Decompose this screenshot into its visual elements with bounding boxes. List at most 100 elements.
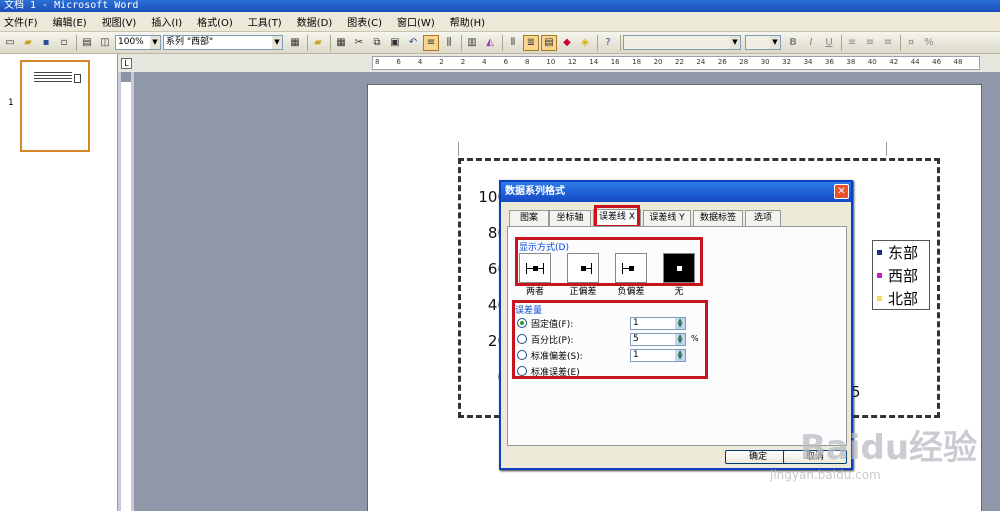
toolbar-separator	[330, 34, 331, 51]
tab-axis[interactable]: 坐标轴	[549, 210, 591, 226]
italic-icon[interactable]: I	[803, 35, 819, 51]
menu-chart[interactable]: 图表(C)	[347, 14, 382, 29]
value-axis-gridlines-icon[interactable]: ≣	[523, 34, 539, 51]
ruler-tick-label: 34	[803, 58, 813, 66]
vertical-ruler-body	[121, 82, 131, 511]
menu-tools[interactable]: 工具(T)	[248, 14, 282, 29]
legend-label: 东部	[888, 244, 919, 262]
save-icon[interactable]: ▪	[38, 35, 54, 51]
font-size-combo[interactable]: ▼	[745, 35, 781, 50]
highlight-box	[512, 300, 708, 379]
toolbar-separator	[900, 34, 901, 51]
zoom-combo[interactable]: 100% ▼	[115, 35, 161, 50]
highlight-box	[515, 237, 703, 286]
tab-data-labels[interactable]: 数据标签	[693, 210, 743, 226]
legend-entry: 东部	[873, 241, 929, 264]
by-column-icon[interactable]: ⫼	[441, 35, 457, 51]
cut-icon[interactable]: ✂	[351, 35, 367, 51]
chevron-down-icon[interactable]: ▼	[272, 36, 282, 49]
undo-icon[interactable]: ↶	[405, 35, 421, 51]
ruler-tick-label: 8	[375, 58, 380, 66]
ruler-tick-label: 6	[396, 58, 401, 66]
legend-entry: 西部	[873, 264, 929, 287]
horizontal-ruler[interactable]: 8 6 4 2 2 4 6 8 10 12 14 16 18 20 22 24 26 28 30 32 34 36 38 40…	[372, 56, 980, 70]
align-center-icon[interactable]: ≡	[862, 35, 878, 51]
ruler-tick-label: 32	[782, 58, 792, 66]
ruler-tick-label: 22	[675, 58, 684, 66]
close-icon[interactable]: ✕	[834, 184, 849, 199]
toolbar-separator	[461, 34, 462, 51]
toolbar-separator	[502, 34, 503, 51]
thumbnail-page-number: 1	[8, 98, 14, 108]
page-thumbnail[interactable]	[20, 60, 90, 152]
permission-icon[interactable]: ▫	[56, 35, 72, 51]
copy-icon[interactable]: ⧉	[369, 35, 385, 51]
menu-format[interactable]: 格式(O)	[197, 14, 233, 29]
baidu-watermark: Baidu经验	[800, 428, 978, 468]
menu-view[interactable]: 视图(V)	[102, 14, 137, 29]
by-row-icon[interactable]: ≡	[423, 34, 439, 51]
chart-object-value: 系列 "西部"	[166, 37, 214, 47]
chart-type-icon[interactable]: ◭	[482, 35, 498, 51]
chevron-down-icon[interactable]: ▼	[770, 36, 780, 49]
menu-help[interactable]: 帮助(H)	[450, 14, 485, 29]
menu-file[interactable]: 文件(F)	[4, 14, 38, 29]
menu-window[interactable]: 窗口(W)	[397, 14, 435, 29]
legend-label: 西部	[888, 267, 919, 285]
ok-button[interactable]: 确定	[725, 450, 791, 464]
tab-patterns[interactable]: 图案	[509, 210, 549, 226]
underline-icon[interactable]: U	[821, 35, 837, 51]
drawing-icon[interactable]: ◆	[559, 35, 575, 51]
align-right-icon[interactable]: ≡	[880, 35, 896, 51]
chevron-down-icon[interactable]: ▼	[730, 36, 740, 49]
chart-object-combo[interactable]: 系列 "西部" ▼	[163, 35, 283, 50]
ruler-tick-label: 38	[846, 58, 856, 66]
ruler-tick-label: 24	[696, 58, 706, 66]
ruler-tick-label: 48	[953, 58, 963, 66]
ruler-tick-label: 28	[739, 58, 749, 66]
chevron-down-icon[interactable]: ▼	[150, 36, 160, 49]
ruler-tick-label: 10	[546, 58, 556, 66]
format-selection-icon[interactable]: ▦	[287, 35, 303, 51]
print-icon[interactable]: ▤	[79, 35, 95, 51]
datasheet-icon[interactable]: ▦	[333, 35, 349, 51]
menu-insert[interactable]: 插入(I)	[151, 14, 182, 29]
ruler-tick-label: 36	[825, 58, 834, 66]
currency-style-icon[interactable]: ¤	[903, 35, 919, 51]
ruler-tick-label: 4	[417, 58, 423, 66]
fill-color-icon[interactable]: ◈	[577, 35, 593, 51]
dialog-title-bar[interactable]: 数据系列格式 ✕	[501, 182, 851, 202]
data-table-icon[interactable]: ▥	[464, 35, 480, 51]
legend-icon[interactable]: ▤	[541, 34, 557, 51]
tab-y-error-bars[interactable]: 误差线 Y	[643, 210, 691, 226]
bold-icon[interactable]: B	[785, 35, 801, 51]
crop-mark	[886, 142, 887, 156]
font-combo[interactable]: ▼	[623, 35, 741, 50]
align-left-icon[interactable]: ≡	[844, 35, 860, 51]
toolbar-separator	[620, 34, 621, 51]
menu-edit[interactable]: 编辑(E)	[53, 14, 87, 29]
tab-selector-button[interactable]: L	[121, 58, 132, 69]
toolbar-separator	[76, 34, 77, 51]
ruler-tick-label: 8	[525, 58, 530, 66]
percent-style-icon[interactable]: %	[921, 35, 937, 51]
ruler-tick-label: 6	[503, 58, 509, 66]
menu-data[interactable]: 数据(D)	[297, 14, 333, 29]
vertical-ruler[interactable]	[118, 54, 134, 511]
chart-legend[interactable]: 东部 西部 北部	[872, 240, 930, 310]
crop-mark	[458, 142, 459, 156]
ruler-tick-label: 30	[760, 58, 770, 66]
window-title-bar: 文档 1 - Microsoft Word	[0, 0, 1000, 12]
open-folder-icon[interactable]: ▰	[20, 35, 36, 51]
print-preview-icon[interactable]: ◫	[97, 35, 113, 51]
import-file-icon[interactable]: ▰	[310, 35, 326, 51]
tab-options[interactable]: 选项	[745, 210, 781, 226]
help-icon[interactable]: ?	[600, 35, 616, 51]
highlight-box	[594, 205, 640, 228]
ruler-tick-label: 2	[439, 58, 444, 66]
legend-marker-icon	[877, 296, 882, 301]
category-axis-gridlines-icon[interactable]: ⫴	[505, 35, 521, 51]
new-document-icon[interactable]: ▭	[2, 35, 18, 51]
legend-marker-icon	[877, 250, 882, 255]
paste-icon[interactable]: ▣	[387, 35, 403, 51]
